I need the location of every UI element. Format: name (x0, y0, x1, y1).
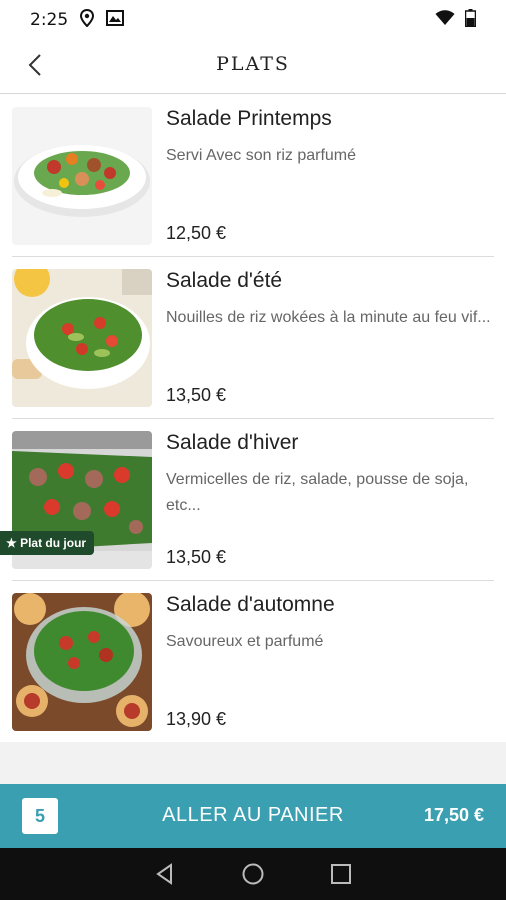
recents-square-icon[interactable] (327, 860, 355, 888)
dish-image (12, 107, 152, 245)
dish-price: 13,50 € (166, 547, 227, 567)
dish-item[interactable]: Salade d'été Nouilles de riz wokées à la… (12, 257, 494, 419)
home-circle-icon[interactable] (239, 860, 267, 888)
dish-description: Vermicelles de riz, salade, pousse de so… (166, 471, 469, 514)
status-bar: 2:25 (0, 0, 506, 40)
dish-description: Savoureux et parfumé (166, 633, 324, 650)
dish-name: Salade d'été (166, 269, 283, 292)
dish-list: Salade Printemps Servi Avec son riz parf… (0, 95, 506, 743)
dish-name: Salade Printemps (166, 107, 332, 130)
gallery-icon (106, 9, 125, 31)
location-pin-icon (80, 8, 95, 32)
cart-total: 17,50 € (423, 805, 484, 825)
wifi-icon (435, 9, 455, 31)
page-title: PLATS (216, 53, 290, 75)
system-nav-bar (0, 848, 506, 900)
dish-image (12, 269, 152, 407)
dish-name: Salade d'hiver (166, 431, 299, 454)
dish-price: 13,50 € (166, 385, 227, 405)
status-right (435, 8, 477, 32)
dish-price: 13,90 € (166, 709, 227, 729)
back-triangle-icon[interactable] (151, 860, 179, 888)
dish-image (12, 593, 152, 731)
dish-name: Salade d'automne (166, 593, 335, 616)
status-left: 2:25 (30, 8, 125, 32)
dish-description: Servi Avec son riz parfumé (166, 147, 357, 164)
dish-item[interactable]: Salade d'automne Savoureux et parfumé 13… (12, 581, 494, 743)
battery-icon (464, 8, 477, 32)
app-bar: PLATS (0, 40, 506, 94)
dish-item[interactable]: Salade Printemps Servi Avec son riz parf… (12, 95, 494, 257)
daily-special-badge: ★ Plat du jour (0, 531, 95, 555)
status-time: 2:25 (30, 10, 69, 30)
dish-description: Nouilles de riz wokées à la minute au fe… (166, 309, 491, 326)
go-to-cart-button[interactable]: 5 ALLER AU PANIER 17,50 € (0, 784, 506, 848)
dish-item[interactable]: ★ Plat du jour Salade d'hiver Vermicelle… (0, 419, 494, 581)
dish-price: 12,50 € (166, 223, 227, 243)
list-footer-space (0, 742, 506, 784)
